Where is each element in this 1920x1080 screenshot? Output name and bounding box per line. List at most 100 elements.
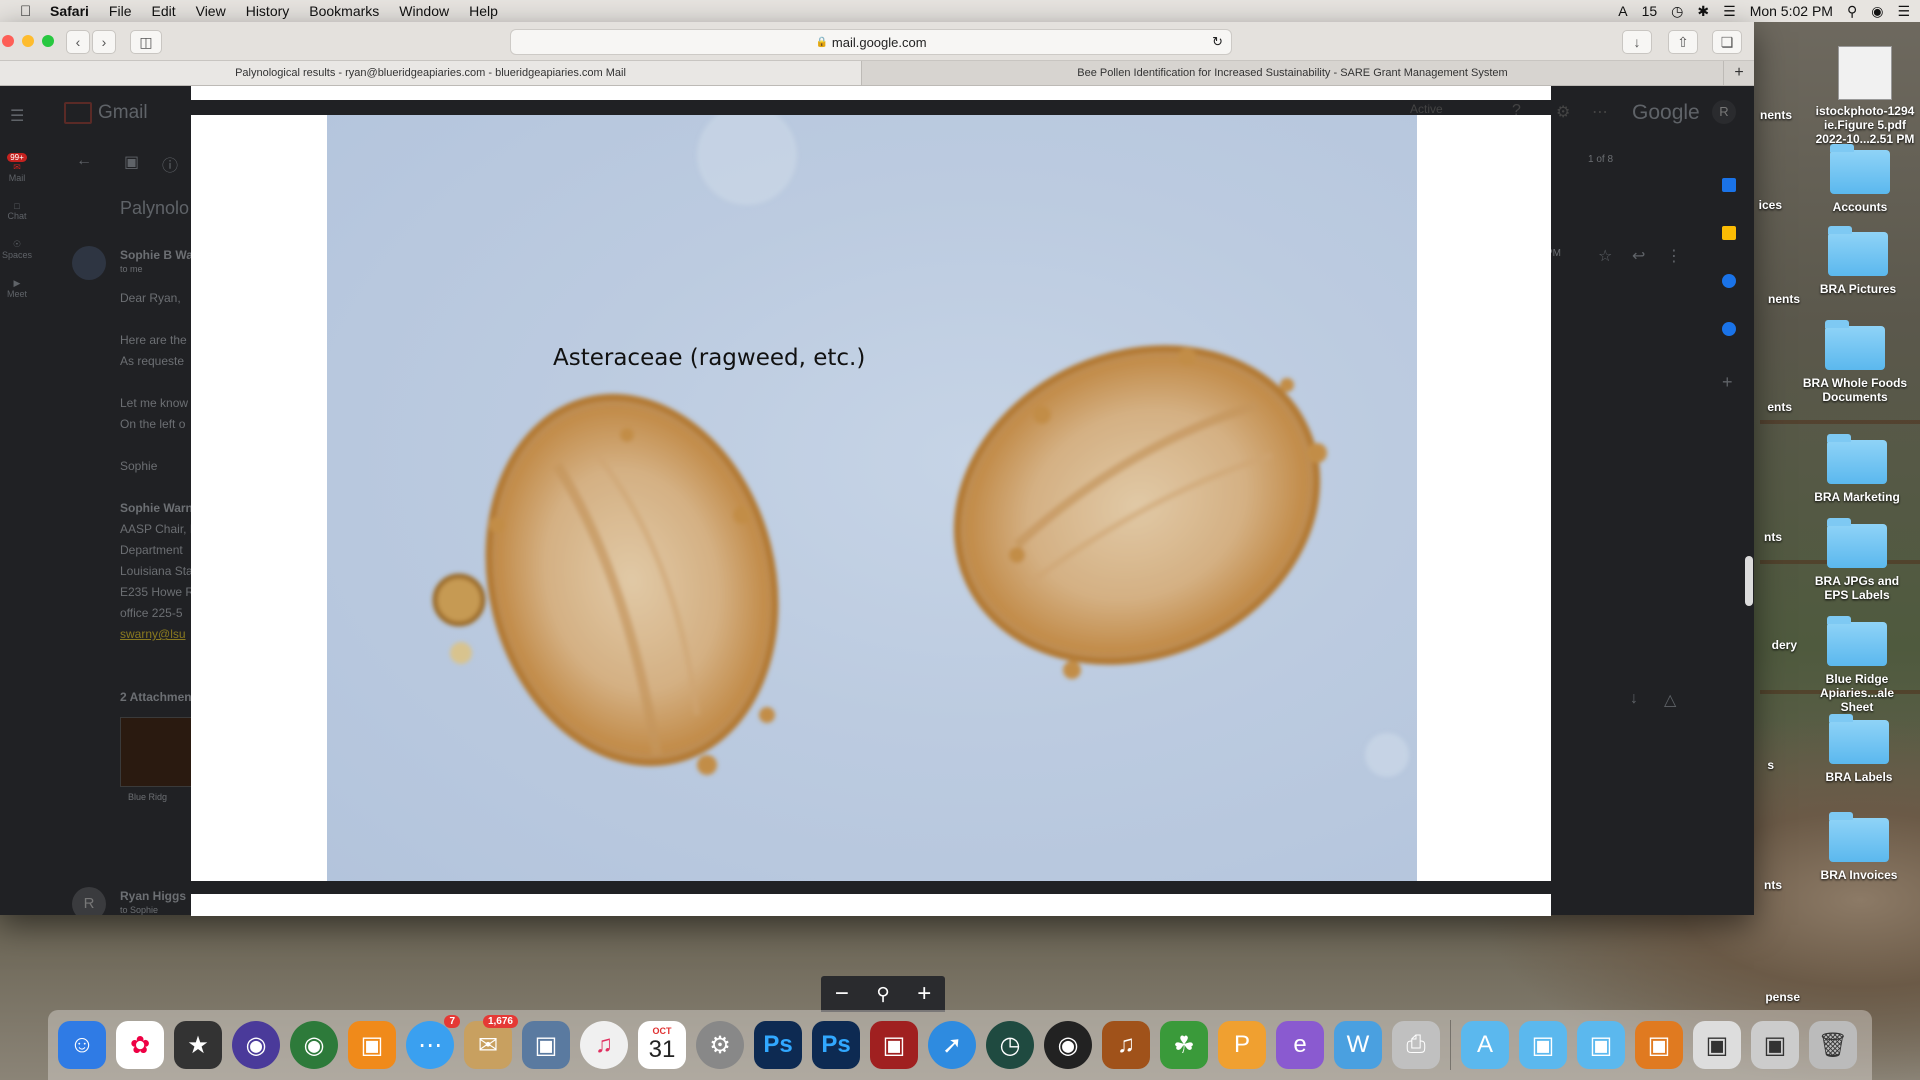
- printer-icon[interactable]: ⎙: [1392, 1021, 1440, 1069]
- dashboard-icon[interactable]: ◉: [1044, 1021, 1092, 1069]
- messages-icon[interactable]: ⋯ 7: [406, 1015, 460, 1069]
- more-options-icon[interactable]: ⋮: [1666, 246, 1682, 266]
- report-spam-icon[interactable]: ⓘ: [162, 152, 178, 176]
- screenshot-stack-icon[interactable]: ▣: [1693, 1021, 1741, 1069]
- back-to-inbox-icon[interactable]: ←: [76, 152, 92, 170]
- partial-desktop-label[interactable]: dery: [1712, 638, 1797, 652]
- star-icon[interactable]: ☆: [1598, 246, 1612, 266]
- reply-sender[interactable]: Ryan Higgs: [120, 889, 186, 903]
- menu-history[interactable]: History: [246, 3, 290, 19]
- bluetooth-icon[interactable]: ✱: [1697, 3, 1709, 20]
- mail-app-icon[interactable]: ✉ 1,676: [464, 1015, 518, 1069]
- photo-booth-icon[interactable]: ▣: [870, 1021, 918, 1069]
- contacts-addon-icon[interactable]: [1722, 322, 1736, 336]
- control-center-icon[interactable]: ☰: [1897, 3, 1910, 20]
- desktop-folder-accounts[interactable]: Accounts: [1805, 144, 1915, 214]
- sender-name[interactable]: Sophie B Wa: [120, 248, 193, 262]
- tasks-addon-icon[interactable]: [1722, 274, 1736, 288]
- desktop-folder-bra-invoices[interactable]: BRA Invoices: [1804, 812, 1914, 882]
- photoshop-icon[interactable]: Ps: [754, 1021, 802, 1069]
- recent-file-stack-icon[interactable]: ▣: [1635, 1021, 1683, 1069]
- desktop-file-istockphoto[interactable]: istockphoto-1294 ie.Figure 5.pdf 2022-10…: [1810, 46, 1920, 146]
- forward-button[interactable]: ›: [92, 30, 116, 54]
- edge-app-icon[interactable]: e: [1276, 1021, 1324, 1069]
- scrollbar-thumb[interactable]: [1745, 556, 1753, 606]
- nav-meet[interactable]: ▶ Meet: [0, 278, 34, 299]
- partial-desktop-label[interactable]: s: [1712, 758, 1774, 772]
- nav-mail[interactable]: 99+ ✉ Mail: [0, 152, 34, 183]
- menubar-clock[interactable]: Mon 5:02 PM: [1750, 3, 1833, 19]
- calendar-icon[interactable]: OCT 31: [638, 1021, 686, 1069]
- back-button[interactable]: ‹: [66, 30, 90, 54]
- menu-view[interactable]: View: [196, 3, 226, 19]
- menu-help[interactable]: Help: [469, 3, 498, 19]
- plant-app-icon[interactable]: ☘: [1160, 1021, 1208, 1069]
- close-window-button[interactable]: [2, 35, 14, 47]
- minimize-window-button[interactable]: [22, 35, 34, 47]
- reply-recipient[interactable]: to Sophie: [120, 905, 158, 915]
- sender-avatar[interactable]: [72, 246, 106, 280]
- spotlight-icon[interactable]: ⚲: [1847, 3, 1857, 20]
- pages-icon[interactable]: P: [1218, 1021, 1266, 1069]
- applications-folder-icon[interactable]: A: [1461, 1021, 1509, 1069]
- trash-icon[interactable]: 🗑: [1809, 1021, 1857, 1069]
- books-icon[interactable]: ▣: [348, 1021, 396, 1069]
- desktop-folder-bra-labels[interactable]: BRA Labels: [1804, 714, 1914, 784]
- tab-overview-button[interactable]: ❏: [1712, 30, 1742, 54]
- new-tab-button[interactable]: +: [1724, 61, 1754, 85]
- settings-icon[interactable]: ⚙: [1556, 102, 1570, 122]
- add-addon-icon[interactable]: +: [1722, 372, 1733, 393]
- partial-desktop-label[interactable]: ices: [1712, 198, 1782, 212]
- photos-icon[interactable]: ✿: [116, 1021, 164, 1069]
- system-preferences-icon[interactable]: ⚙: [696, 1021, 744, 1069]
- attachment-name[interactable]: Blue Ridg: [128, 792, 167, 802]
- menu-edit[interactable]: Edit: [151, 3, 175, 19]
- zoom-out-button[interactable]: −: [835, 980, 849, 1008]
- siri-icon[interactable]: ◉: [1871, 3, 1883, 20]
- desktop-folder-bra-marketing[interactable]: BRA Marketing: [1802, 434, 1912, 504]
- menu-bookmarks[interactable]: Bookmarks: [309, 3, 379, 19]
- downloads-folder-icon[interactable]: ▣: [1577, 1021, 1625, 1069]
- desktop-folder-bra-pictures[interactable]: BRA Pictures: [1803, 226, 1913, 296]
- finder-icon[interactable]: ☺: [58, 1021, 106, 1069]
- word-app-icon[interactable]: W: [1334, 1021, 1382, 1069]
- save-to-drive-icon[interactable]: △: [1664, 690, 1676, 710]
- desktop-folder-bra-jpgs[interactable]: BRA JPGs and EPS Labels: [1802, 518, 1912, 602]
- zoom-window-button[interactable]: [42, 35, 54, 47]
- menu-file[interactable]: File: [109, 3, 132, 19]
- reload-icon[interactable]: ↻: [1212, 34, 1223, 50]
- time-machine-dock-icon[interactable]: ◷: [986, 1021, 1034, 1069]
- apps-grid-icon[interactable]: ⋯: [1592, 102, 1608, 122]
- globe-app-icon[interactable]: ◉: [290, 1021, 338, 1069]
- nav-chat[interactable]: □ Chat: [0, 201, 34, 221]
- zoom-in-button[interactable]: +: [917, 980, 931, 1008]
- menu-app-safari[interactable]: Safari: [50, 3, 89, 19]
- desktop-folder-blue-ridge-apiaries[interactable]: Blue Ridge Apiaries...ale Sheet: [1802, 616, 1912, 714]
- recipient-line[interactable]: to me: [120, 264, 143, 274]
- desktop-folder-bra-whole-foods[interactable]: BRA Whole Foods Documents: [1800, 320, 1910, 404]
- imovie-icon[interactable]: ★: [174, 1021, 222, 1069]
- preview-icon[interactable]: ▣: [522, 1021, 570, 1069]
- time-machine-icon[interactable]: ◷: [1671, 3, 1683, 20]
- partial-desktop-label[interactable]: nts: [1712, 878, 1782, 892]
- downloads-button[interactable]: ↓: [1622, 30, 1652, 54]
- tab-sare[interactable]: Bee Pollen Identification for Increased …: [862, 61, 1724, 85]
- address-bar[interactable]: 🔒 mail.google.com ↻: [510, 29, 1232, 55]
- gmail-logo-text[interactable]: Gmail: [98, 102, 148, 124]
- keep-addon-icon[interactable]: [1722, 226, 1736, 240]
- download-all-icon[interactable]: ↓: [1630, 690, 1638, 708]
- attachment-thumbnail[interactable]: [120, 717, 194, 787]
- partial-desktop-label[interactable]: nts: [1712, 530, 1782, 544]
- apple-icon[interactable]: : [20, 3, 36, 20]
- menu-icon[interactable]: ☰: [10, 106, 24, 126]
- garageband-icon[interactable]: ♫: [1102, 1021, 1150, 1069]
- nav-spaces[interactable]: ☉ Spaces: [0, 239, 34, 260]
- tab-gmail[interactable]: Palynological results - ryan@blueridgeap…: [0, 61, 862, 85]
- music-icon[interactable]: ♫: [580, 1021, 628, 1069]
- siri-dock-icon[interactable]: ◉: [232, 1021, 280, 1069]
- reply-icon[interactable]: ↩: [1632, 246, 1645, 266]
- image-stack-icon[interactable]: ▣: [1751, 1021, 1799, 1069]
- partial-desktop-label[interactable]: ents: [1712, 400, 1792, 414]
- partial-desktop-label[interactable]: nents: [1720, 292, 1800, 306]
- archive-icon[interactable]: ▣: [124, 152, 139, 172]
